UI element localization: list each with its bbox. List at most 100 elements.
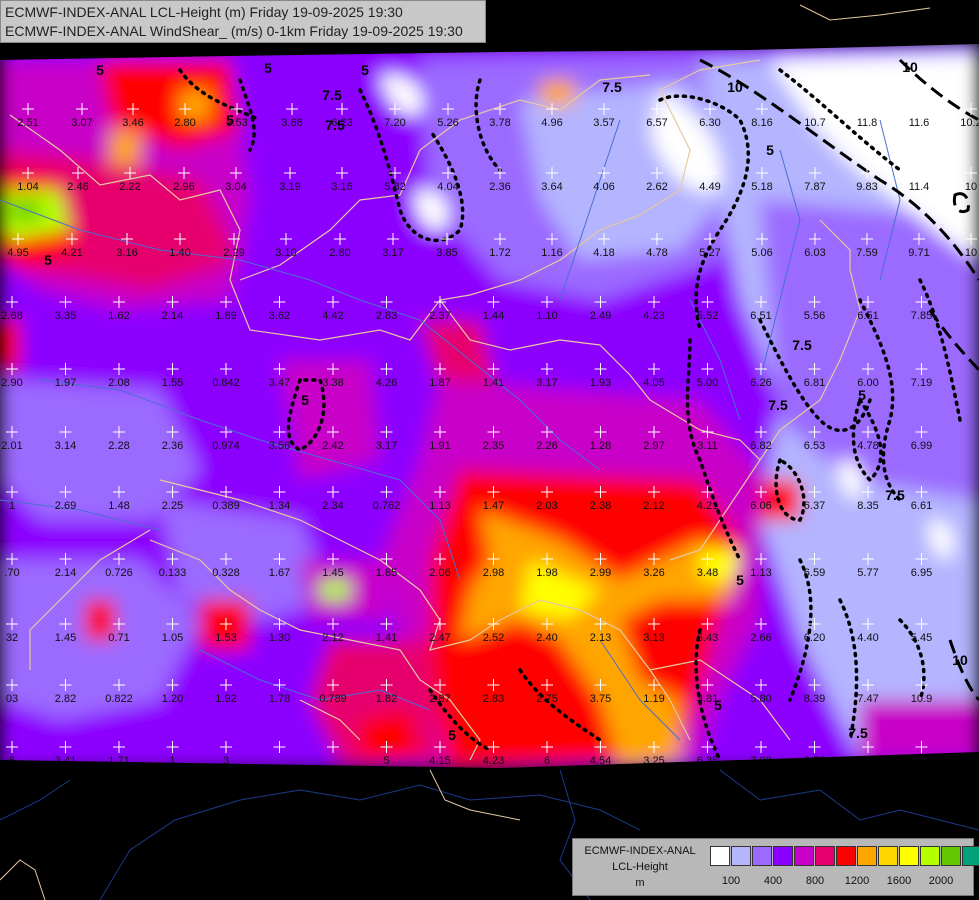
station-value: 2.51 <box>17 117 38 129</box>
field-red <box>360 710 420 765</box>
station-value: 3.13 <box>643 632 664 644</box>
station-value: 3.68 <box>281 117 302 129</box>
station-value: 2.68 <box>1 310 22 322</box>
station-value: 8.39 <box>804 693 825 705</box>
station-value: 1.41 <box>483 377 504 389</box>
station-value: 4.04 <box>437 181 458 193</box>
station-value: 5.52 <box>697 310 718 322</box>
station-value: 3.11 <box>697 440 718 452</box>
station-value: 4.40 <box>857 632 878 644</box>
station-value: 4.18 <box>593 247 614 259</box>
station-value: 6.26 <box>750 377 771 389</box>
station-value: 1.45 <box>55 632 76 644</box>
contour-label: 10 <box>727 79 743 95</box>
legend-swatch <box>920 846 940 866</box>
station-value: 6.20 <box>804 632 825 644</box>
station-value: 1.45 <box>322 567 343 579</box>
field-red <box>0 320 20 370</box>
legend-swatch <box>815 846 835 866</box>
station-value: 1.85 <box>376 567 397 579</box>
station-value: 5.26 <box>437 117 458 129</box>
station-value: 03 <box>6 693 18 705</box>
legend-swatch <box>857 846 877 866</box>
legend-tick: 1600 <box>886 875 912 887</box>
station-value: 7.20 <box>384 117 405 129</box>
station-value: 1.28 <box>590 440 611 452</box>
station-value: 7.47 <box>857 693 878 705</box>
station-value: 6.95 <box>911 567 932 579</box>
legend-unit: m <box>635 877 645 889</box>
station-value: 2.90 <box>1 377 22 389</box>
legend-variable: LCL-Height <box>612 861 668 873</box>
station-value: 6.82 <box>750 440 771 452</box>
station-value: 2.46 <box>67 181 88 193</box>
station-value: 2.13 <box>590 632 611 644</box>
station-value: 3.57 <box>593 117 614 129</box>
station-value: 5.00 <box>697 377 718 389</box>
station-value: 6.30 <box>699 117 720 129</box>
station-value: 5.56 <box>804 310 825 322</box>
station-value: 3.78 <box>489 117 510 129</box>
station-value: 3.04 <box>225 181 246 193</box>
station-value: 2.25 <box>162 500 183 512</box>
legend-swatch <box>878 846 898 866</box>
station-value: 7.85 <box>911 310 932 322</box>
contour-label: 7.5 <box>792 337 812 353</box>
station-value: 1.89 <box>215 310 236 322</box>
legend-swatch <box>962 846 979 866</box>
station-value: 2.36 <box>489 181 510 193</box>
station-value: 3.17 <box>536 377 557 389</box>
station-value: 2.69 <box>55 500 76 512</box>
station-value: 3.35 <box>55 310 76 322</box>
station-value: 3.16 <box>331 181 352 193</box>
station-value: 0.328 <box>212 567 240 579</box>
station-value: 8.16 <box>751 117 772 129</box>
legend-swatch <box>752 846 772 866</box>
contour-label: 10 <box>902 59 918 75</box>
contour-label: 5 <box>44 252 52 268</box>
contour-label: 10 <box>952 652 968 668</box>
station-value: 1.93 <box>590 377 611 389</box>
station-value: 8.35 <box>857 500 878 512</box>
station-value: 4.49 <box>699 181 720 193</box>
station-value: 2.12 <box>643 500 664 512</box>
field-lime <box>320 580 350 600</box>
station-value: 2.03 <box>536 500 557 512</box>
field-orange <box>540 80 575 105</box>
station-value: 6.57 <box>646 117 667 129</box>
station-value: 2.87 <box>429 693 450 705</box>
station-value: 2.26 <box>536 440 557 452</box>
station-value: 0.974 <box>212 440 240 452</box>
station-value: 2.14 <box>55 567 76 579</box>
station-value: 2.47 <box>429 632 450 644</box>
station-value: 2.35 <box>483 440 504 452</box>
station-value: 4.21 <box>61 247 82 259</box>
station-value: 4.05 <box>643 377 664 389</box>
station-value: 2.83 <box>376 310 397 322</box>
station-value: 1.98 <box>536 567 557 579</box>
station-value: 4.06 <box>593 181 614 193</box>
station-value: 1.78 <box>269 693 290 705</box>
station-value: 6.51 <box>857 310 878 322</box>
station-value: 1.44 <box>483 310 504 322</box>
station-value: 3.75 <box>590 693 611 705</box>
station-value: 0.71 <box>108 632 129 644</box>
station-value: 5.27 <box>699 247 720 259</box>
station-value: 2.38 <box>590 500 611 512</box>
station-value: 5.18 <box>751 181 772 193</box>
title-line-2: ECMWF-INDEX-ANAL WindShear_ (m/s) 0-1km … <box>5 23 463 39</box>
station-value: 0.726 <box>105 567 133 579</box>
station-value: 3.46 <box>122 117 143 129</box>
station-value: 2.37 <box>429 310 450 322</box>
station-value: 2.82 <box>55 693 76 705</box>
station-value: 2.49 <box>590 310 611 322</box>
station-value: 7.19 <box>911 377 932 389</box>
station-value: 4.42 <box>322 310 343 322</box>
station-value: 1.48 <box>108 500 129 512</box>
station-value: 1.47 <box>483 500 504 512</box>
weather-map: 57.5 7.551057.55 7.557.5107.55555 107.555 2… <box>0 0 979 900</box>
station-value: 3.10 <box>275 247 296 259</box>
station-value: 2.36 <box>162 440 183 452</box>
station-value: 9.83 <box>856 181 877 193</box>
station-value: 3.19 <box>279 181 300 193</box>
